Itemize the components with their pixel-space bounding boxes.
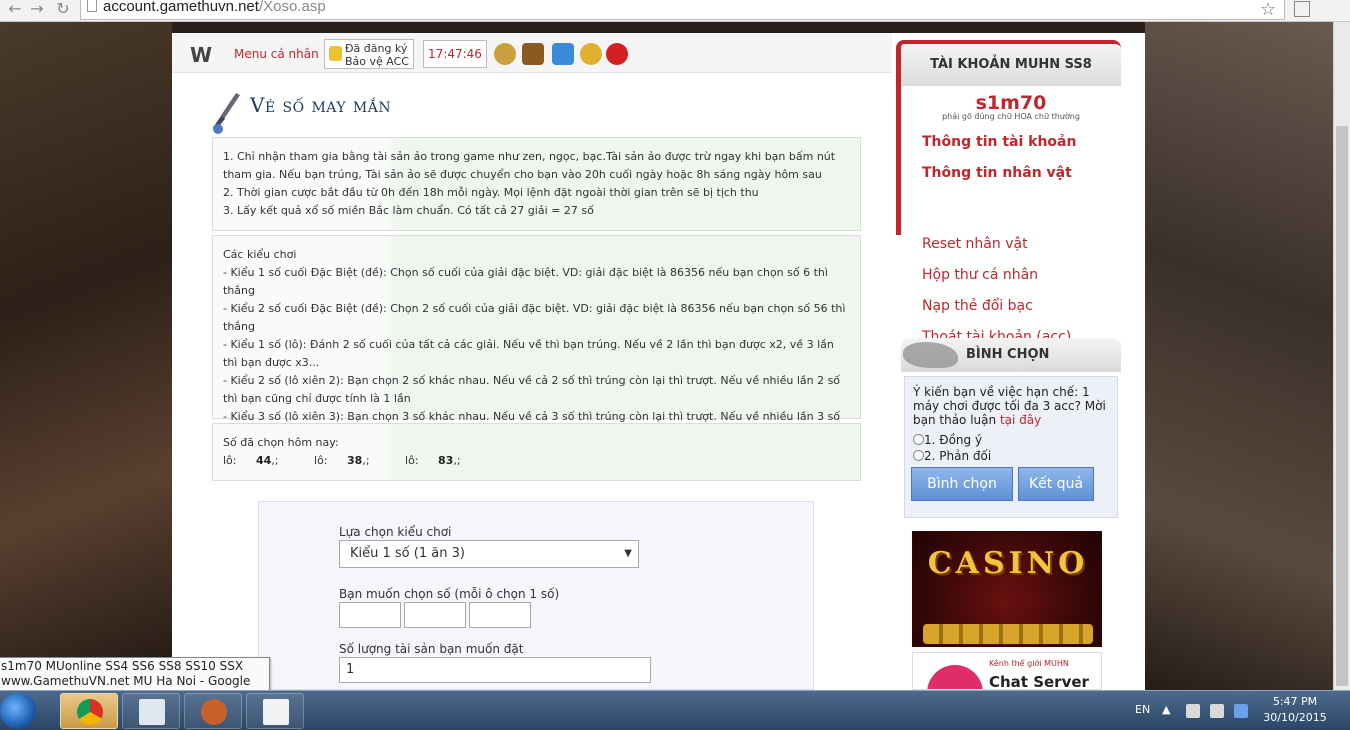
dragon-icon [903, 342, 958, 368]
game-task[interactable] [184, 693, 242, 729]
poll-header: BÌNH CHỌN [901, 338, 1121, 372]
page-container: W Menu cá nhân Đã đăng ký Bảo vệ ACC 17:… [172, 33, 1145, 690]
inbox-link[interactable]: Hộp thư cá nhân [922, 267, 1038, 283]
unikey-task[interactable] [246, 693, 304, 729]
start-button[interactable] [0, 693, 36, 729]
system-clock[interactable]: 5:47 PM 30/10/2015 [1260, 694, 1330, 726]
page-scrollbar[interactable] [1333, 22, 1350, 690]
url-host: account.gamethuvn.net [103, 0, 259, 15]
chat-server-banner[interactable]: Kênh thế giới MUHN Chat Server [912, 652, 1102, 690]
modes-title: Các kiểu chơi [223, 248, 297, 261]
chosen-title: Số đã chọn hôm nay: [223, 436, 339, 449]
windows-taskbar: EN ▲ 5:47 PM 30/10/2015 [0, 690, 1350, 730]
page-title: Vé số may mắn [250, 93, 392, 117]
page-icon [87, 0, 97, 12]
server-clock: 17:47:46 [423, 40, 487, 68]
taskbar-tooltip: s1m70 MUonline SS4 SS6 SS8 SS10 SSX www.… [0, 657, 270, 703]
money-bag-icon[interactable] [494, 43, 516, 65]
tray-app-icon[interactable] [1234, 704, 1248, 718]
case-hint: phải gõ đúng chữ HOA chữ thường [942, 112, 1080, 121]
url-path: /Xoso.asp [258, 0, 326, 15]
account-panel: TÀI KHOẢN MUHN SS8 s1m70 phải gõ đúng ch… [896, 40, 1121, 235]
background-art-right [1145, 22, 1333, 690]
bet-form: Lựa chọn kiểu chơi Kiểu 1 số (1 ăn 3) ▼ … [258, 501, 814, 690]
tray-network-icon[interactable] [1186, 704, 1200, 718]
mode-3: - Kiểu 1 số (lô): Đánh 2 số cuối của tất… [223, 338, 834, 369]
address-bar[interactable]: account.gamethuvn.net/Xoso.asp [80, 0, 1285, 20]
forward-icon[interactable]: → [26, 0, 48, 20]
username: s1m70 [975, 92, 1047, 114]
bookmark-star-icon[interactable]: ☆ [1260, 0, 1276, 20]
user-topbar: W Menu cá nhân Đã đăng ký Bảo vệ ACC 17:… [172, 33, 892, 73]
chosen-item: lô: 38,; [314, 454, 370, 467]
personal-menu-link[interactable]: Menu cá nhân [234, 47, 319, 61]
tray-expand-icon[interactable]: ▲ [1162, 703, 1170, 716]
chosen-item: lô: 83,; [405, 454, 461, 467]
result-button[interactable]: Kết quả [1018, 467, 1094, 501]
game-modes-box: Các kiểu chơi - Kiểu 1 số cuối Đặc Biệt … [212, 235, 861, 441]
lock-icon [329, 46, 342, 61]
reload-icon[interactable]: ↻ [52, 0, 74, 20]
rules-box: 1. Chỉ nhận tham gia bằng tài sản ảo tro… [212, 137, 861, 231]
number-input-2[interactable] [404, 602, 466, 628]
shopping-cart-icon[interactable] [552, 43, 574, 65]
acc-protection-badge[interactable]: Đã đăng ký Bảo vệ ACC [324, 39, 414, 69]
sidebar: TÀI KHOẢN MUHN SS8 s1m70 phải gõ đúng ch… [896, 40, 1121, 690]
tray-power-icon[interactable] [1210, 704, 1224, 718]
dropdown-arrow-icon: ▼ [624, 548, 632, 559]
account-title: TÀI KHOẢN MUHN SS8 [901, 44, 1121, 86]
coins-graphic [923, 624, 1093, 644]
chrome-menu-icon[interactable] [1294, 1, 1310, 17]
scrollbar-thumb[interactable] [1336, 126, 1348, 686]
rule-3: 3. Lấy kết quả xổ số miền Bắc làm chuẩn.… [223, 204, 594, 217]
chat-logo-icon [927, 665, 983, 689]
rule-1: 1. Chỉ nhận tham gia bằng tài sản ảo tro… [223, 150, 836, 181]
number-label: Bạn muốn chọn số (mỗi ô chọn 1 số) [339, 587, 560, 601]
radio-disagree[interactable] [913, 450, 924, 461]
treasure-chest-icon[interactable] [522, 43, 544, 65]
chrome-task[interactable] [60, 693, 118, 729]
discuss-link[interactable]: tại đây [1000, 413, 1041, 427]
gift-icon[interactable] [580, 43, 602, 65]
account-links-ext: Reset nhân vật Hộp thư cá nhân Nạp thẻ đ… [901, 235, 1121, 345]
poll-question: Ý kiến bạn về việc hạn chế: 1 máy chơi đ… [913, 385, 1106, 427]
background-art-left [0, 22, 172, 690]
casino-banner[interactable]: CASINO [912, 531, 1102, 647]
browser-toolbar: ← → ↻ account.gamethuvn.net/Xoso.asp ☆ [0, 0, 1350, 22]
number-input-1[interactable] [339, 602, 401, 628]
game-icon [201, 699, 227, 725]
chosen-numbers-box: Số đã chọn hôm nay: lô: 44,; lô: 38,; lô… [212, 423, 861, 481]
sword-icon [212, 93, 240, 134]
chrome-icon [77, 699, 103, 725]
window-icon [139, 699, 165, 725]
account-info-link[interactable]: Thông tin tài khoản [922, 127, 1121, 158]
poll-option-agree[interactable]: 1. Đồng ý [913, 433, 1109, 447]
language-indicator[interactable]: EN [1135, 703, 1150, 716]
poll-option-disagree[interactable]: 2. Phản đối [913, 449, 1109, 463]
mode-4: - Kiểu 2 số (lô xiên 2): Bạn chọn 2 số k… [223, 374, 841, 405]
explorer-task[interactable] [122, 693, 180, 729]
site-logo[interactable]: W [190, 43, 212, 67]
unikey-icon [263, 699, 289, 725]
character-info-link[interactable]: Thông tin nhân vật [922, 158, 1121, 189]
mode-2: - Kiểu 2 số cuối Đặc Biệt (đề): Chọn 2 s… [223, 302, 846, 333]
chosen-list: lô: 44,; lô: 38,; lô: 83,; [223, 452, 850, 470]
mode-label: Lựa chọn kiểu chơi [339, 525, 452, 539]
vote-button[interactable]: Bình chọn [911, 467, 1013, 501]
topup-link[interactable]: Nạp thẻ đổi bạc [922, 298, 1033, 314]
reset-character-link[interactable]: Reset nhân vật [922, 236, 1028, 252]
poll-panel: BÌNH CHỌN Ý kiến bạn về việc hạn chế: 1 … [901, 338, 1121, 528]
qty-input[interactable]: 1 [339, 657, 651, 683]
number-input-3[interactable] [469, 602, 531, 628]
chosen-item: lô: 44,; [223, 454, 279, 467]
mode-select[interactable]: Kiểu 1 số (1 ăn 3) ▼ [339, 540, 639, 568]
qty-label: Số lượng tài sản bạn muốn đặt [339, 642, 524, 656]
mode-1: - Kiểu 1 số cuối Đặc Biệt (đề): Chọn số … [223, 266, 828, 297]
rule-2: 2. Thời gian cược bắt đầu từ 0h đến 18h … [223, 186, 759, 199]
radio-agree[interactable] [913, 434, 924, 445]
back-icon[interactable]: ← [4, 0, 26, 20]
power-icon[interactable] [606, 43, 628, 65]
